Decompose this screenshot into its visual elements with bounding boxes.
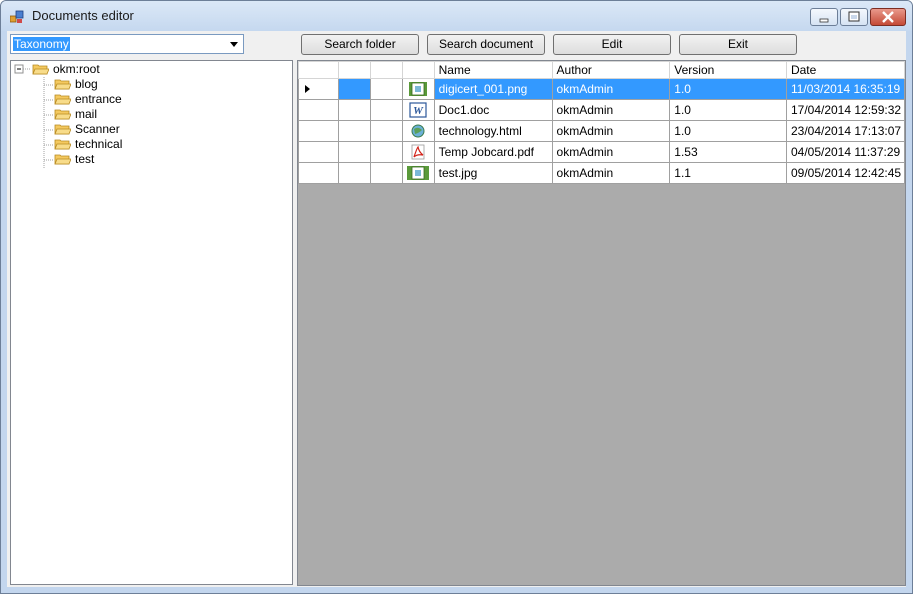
word-doc-icon: W (409, 102, 427, 118)
documents-table: Name Author Version Date digicert_001.pn… (298, 61, 905, 184)
cell-icon[interactable]: W (401, 99, 435, 121)
client-area: Taxonomy Search folder Search document E… (7, 31, 906, 587)
svg-text:W: W (413, 105, 424, 117)
minimize-icon (819, 18, 829, 23)
cell-name[interactable]: digicert_001.png (433, 78, 553, 100)
cell-author[interactable]: okmAdmin (551, 120, 671, 142)
cell-name[interactable]: Temp Jobcard.pdf (433, 141, 553, 163)
pdf-file-icon (411, 144, 425, 160)
edit-button[interactable]: Edit (553, 34, 671, 55)
image-file-icon (409, 82, 428, 96)
tree-node-label: test (75, 152, 95, 166)
tree-node-label: Scanner (75, 122, 120, 136)
cell-blank[interactable] (337, 99, 371, 121)
cell-blank[interactable] (337, 120, 371, 142)
folder-icon (54, 109, 71, 120)
table-row[interactable]: test.jpg okmAdmin 1.1 09/05/2014 12:42:4… (298, 162, 905, 184)
cell-icon[interactable] (401, 141, 435, 163)
documents-grid[interactable]: Name Author Version Date digicert_001.pn… (297, 60, 906, 586)
cell-icon[interactable] (401, 120, 435, 142)
cell-blank[interactable] (337, 162, 371, 184)
table-row[interactable]: digicert_001.png okmAdmin 1.0 11/03/2014… (298, 78, 905, 100)
table-row[interactable]: technology.html okmAdmin 1.0 23/04/2014 … (298, 120, 905, 142)
app-icon (10, 10, 24, 23)
cell-date[interactable]: 17/04/2014 12:59:32 (785, 99, 905, 121)
folder-tree[interactable]: okm:root blog entrance mail Scanner tech… (10, 60, 293, 585)
cell-date[interactable]: 11/03/2014 16:35:19 (785, 78, 905, 100)
tree-node-label: blog (75, 77, 98, 91)
row-header[interactable] (298, 162, 339, 184)
cell-date[interactable]: 04/05/2014 11:37:29 (785, 141, 905, 163)
html-file-icon (411, 124, 425, 138)
close-button[interactable] (870, 8, 906, 26)
tree-node-label: mail (75, 107, 98, 121)
column-header-name[interactable]: Name (433, 61, 553, 79)
row-header[interactable] (298, 141, 339, 163)
folder-icon (54, 139, 71, 150)
cell-version[interactable]: 1.0 (669, 120, 787, 142)
cell-author[interactable]: okmAdmin (551, 162, 671, 184)
table-row[interactable]: Temp Jobcard.pdf okmAdmin 1.53 04/05/201… (298, 141, 905, 163)
cell-name[interactable]: technology.html (433, 120, 553, 142)
cell-blank[interactable] (369, 141, 403, 163)
title-bar[interactable]: Documents editor (1, 1, 912, 31)
cell-date[interactable]: 23/04/2014 17:13:07 (785, 120, 905, 142)
cell-version[interactable]: 1.0 (669, 99, 787, 121)
maximize-icon (848, 11, 860, 22)
folder-icon (54, 94, 71, 105)
folder-open-icon (32, 64, 49, 75)
cell-blank[interactable] (369, 120, 403, 142)
row-header[interactable] (298, 99, 339, 121)
cell-name[interactable]: test.jpg (433, 162, 553, 184)
close-icon (882, 11, 894, 23)
cell-blank[interactable] (337, 141, 371, 163)
cell-blank[interactable] (369, 78, 403, 100)
cell-author[interactable]: okmAdmin (551, 99, 671, 121)
cell-blank[interactable] (369, 162, 403, 184)
tree-node-label: technical (75, 137, 123, 151)
column-header-author[interactable]: Author (551, 61, 671, 79)
grid-header-row: Name Author Version Date (298, 61, 905, 79)
cell-name[interactable]: Doc1.doc (433, 99, 553, 121)
cell-author[interactable]: okmAdmin (551, 78, 671, 100)
column-header-icon[interactable] (401, 61, 435, 79)
cell-version[interactable]: 1.1 (669, 162, 787, 184)
cell-blank[interactable] (337, 78, 371, 100)
combo-selected-value: Taxonomy (13, 37, 70, 51)
app-window: Documents editor Taxonomy Search folder … (0, 0, 913, 594)
tree-node-label: entrance (75, 92, 122, 106)
chevron-down-icon[interactable] (227, 37, 241, 51)
column-header-version[interactable]: Version (669, 61, 787, 79)
folder-icon (54, 124, 71, 135)
row-header[interactable] (298, 78, 339, 100)
row-header-corner (298, 61, 339, 79)
cell-author[interactable]: okmAdmin (551, 141, 671, 163)
table-row[interactable]: W Doc1.doc okmAdmin 1.0 17/04/2014 12:59… (298, 99, 905, 121)
folder-icon (54, 79, 71, 90)
row-header[interactable] (298, 120, 339, 142)
cell-icon[interactable] (401, 78, 435, 100)
search-document-button[interactable]: Search document (427, 34, 545, 55)
search-folder-button[interactable]: Search folder (301, 34, 419, 55)
cell-date[interactable]: 09/05/2014 12:42:45 (785, 162, 905, 184)
view-mode-combobox[interactable]: Taxonomy (10, 34, 244, 54)
column-header-blank[interactable] (369, 61, 403, 79)
window-title: Documents editor (32, 8, 134, 23)
exit-button[interactable]: Exit (679, 34, 797, 55)
cell-blank[interactable] (369, 99, 403, 121)
maximize-button[interactable] (840, 8, 868, 26)
image-file-icon (407, 166, 430, 180)
current-row-arrow-icon (305, 85, 310, 93)
column-header-blank[interactable] (337, 61, 371, 79)
cell-icon[interactable] (401, 162, 435, 184)
tree-node-label: okm:root (53, 62, 100, 76)
cell-version[interactable]: 1.53 (669, 141, 787, 163)
minimize-button[interactable] (810, 8, 838, 26)
folder-icon (54, 154, 71, 165)
cell-version[interactable]: 1.0 (669, 78, 787, 100)
column-header-date[interactable]: Date (785, 61, 905, 79)
